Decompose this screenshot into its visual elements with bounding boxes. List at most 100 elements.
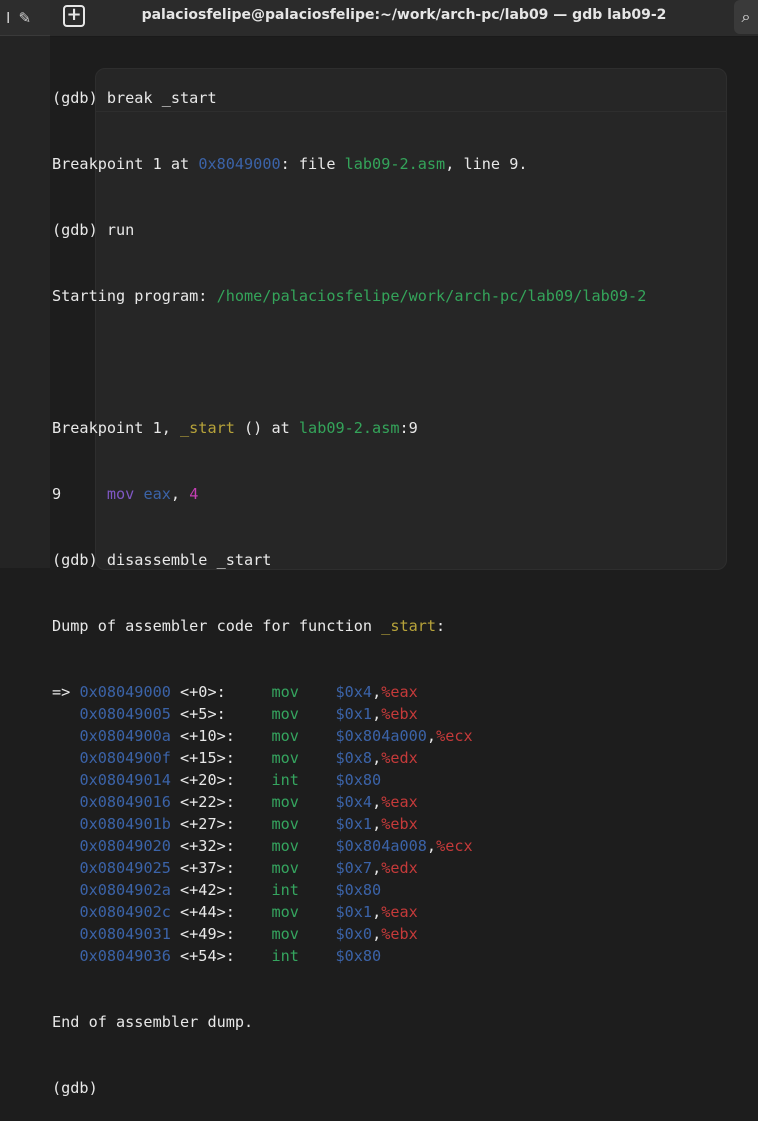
instruction-operand: $0x8	[335, 749, 373, 767]
instruction-operand: $0x1	[335, 815, 373, 833]
instruction-address: 0x0804900a	[79, 727, 171, 745]
instruction-operand: $0x0	[335, 925, 373, 943]
instruction-offset: <+15>:	[170, 749, 272, 767]
pencil-icon[interactable]: ✎	[18, 9, 31, 27]
instruction-offset: <+32>:	[170, 837, 272, 855]
text-cursor-icon[interactable]: I	[6, 9, 10, 27]
instruction-address: 0x08049005	[79, 705, 171, 723]
instruction-operand: $0x1	[335, 903, 373, 921]
terminal-line: Starting program: /home/palaciosfelipe/w…	[52, 287, 647, 305]
disasm-row: 0x0804900f <+15>: mov $0x8,%edx	[52, 747, 758, 769]
disasm-marker	[52, 837, 79, 855]
instruction-address: 0x08049000	[79, 683, 171, 701]
instruction-address: 0x08049025	[79, 859, 171, 877]
instruction-offset: <+44>:	[170, 903, 272, 921]
terminal-output[interactable]: (gdb) break _start Breakpoint 1 at 0x804…	[52, 43, 758, 1121]
disasm-marker	[52, 903, 79, 921]
disasm-row: => 0x08049000 <+0>: mov $0x4,%eax	[52, 681, 758, 703]
disasm-marker	[52, 881, 79, 899]
instruction-address: 0x08049036	[79, 947, 171, 965]
disasm-marker	[52, 727, 79, 745]
instruction-operand: $0x804a000	[335, 727, 427, 745]
instruction-address: 0x0804900f	[79, 749, 171, 767]
source-mnemonic: mov	[106, 485, 135, 503]
disasm-row: 0x08049036 <+54>: int $0x80	[52, 945, 758, 967]
instruction-operand: $0x804a008	[335, 837, 427, 855]
disasm-marker	[52, 793, 79, 811]
instruction-register: %eax	[381, 683, 418, 701]
instruction-offset: <+27>:	[170, 815, 272, 833]
instruction-register: %ebx	[381, 815, 418, 833]
terminal-line: Breakpoint 1 at 0x8049000: file lab09-2.…	[52, 155, 528, 173]
instruction-mnemonic: mov	[271, 837, 299, 855]
instruction-operand: $0x80	[335, 947, 382, 965]
program-path: /home/palaciosfelipe/work/arch-pc/lab09/…	[216, 287, 647, 305]
operand-comma: ,	[372, 793, 382, 811]
instruction-register: %ecx	[436, 837, 473, 855]
operand-comma: ,	[372, 859, 382, 877]
instruction-mnemonic: mov	[271, 903, 299, 921]
terminal-line: End of assembler dump.	[52, 1013, 254, 1031]
disasm-row: 0x0804902a <+42>: int $0x80	[52, 879, 758, 901]
disasm-row: 0x0804902c <+44>: mov $0x1,%eax	[52, 901, 758, 923]
disasm-marker	[52, 947, 79, 965]
instruction-operand: $0x7	[335, 859, 373, 877]
instruction-offset: <+54>:	[170, 947, 272, 965]
instruction-address: 0x08049031	[79, 925, 171, 943]
instruction-offset: <+0>:	[170, 683, 272, 701]
disasm-marker	[52, 771, 79, 789]
source-file: lab09-2.asm	[344, 155, 446, 173]
disasm-row: 0x08049014 <+20>: int $0x80	[52, 769, 758, 791]
terminal-line: Breakpoint 1, _start () at lab09-2.asm:9	[52, 419, 418, 437]
instruction-register: %edx	[381, 749, 418, 767]
instruction-register: %edx	[381, 859, 418, 877]
disasm-marker	[52, 925, 79, 943]
instruction-offset: <+37>:	[170, 859, 272, 877]
operand-comma: ,	[372, 705, 382, 723]
terminal-prompt[interactable]: (gdb)	[52, 1077, 758, 1099]
instruction-address: 0x0804902c	[79, 903, 171, 921]
instruction-mnemonic: mov	[271, 683, 299, 701]
terminal-titlebar: + palaciosfelipe@palaciosfelipe:~/work/a…	[50, 0, 758, 37]
instruction-mnemonic: mov	[271, 859, 299, 877]
instruction-mnemonic: int	[271, 947, 299, 965]
instruction-register: %eax	[381, 903, 418, 921]
instruction-address: 0x08049020	[79, 837, 171, 855]
instruction-operand: $0x4	[335, 683, 373, 701]
instruction-register: %ecx	[436, 727, 473, 745]
background-window	[0, 0, 50, 568]
instruction-register: %ebx	[381, 925, 418, 943]
disasm-row: 0x0804901b <+27>: mov $0x1,%ebx	[52, 813, 758, 835]
disasm-row: 0x08049020 <+32>: mov $0x804a008,%ecx	[52, 835, 758, 857]
disasm-marker	[52, 749, 79, 767]
instruction-mnemonic: mov	[271, 749, 299, 767]
instruction-register: %eax	[381, 793, 418, 811]
instruction-address: 0x0804902a	[79, 881, 171, 899]
instruction-offset: <+42>:	[170, 881, 272, 899]
instruction-address: 0x0804901b	[79, 815, 171, 833]
instruction-operand: $0x4	[335, 793, 373, 811]
terminal-line: Dump of assembler code for function _sta…	[52, 617, 446, 635]
terminal-line: (gdb) run	[52, 221, 135, 239]
terminal-line: (gdb) break _start	[52, 89, 217, 107]
background-window-toolbar: I ✎	[0, 0, 50, 36]
operand-comma: ,	[372, 683, 382, 701]
search-icon[interactable]: ⌕	[734, 0, 758, 34]
disasm-marker: =>	[52, 683, 80, 701]
disasm-row: 0x08049025 <+37>: mov $0x7,%edx	[52, 857, 758, 879]
source-file: lab09-2.asm	[298, 419, 400, 437]
source-number: 4	[189, 485, 199, 503]
disasm-row: 0x08049016 <+22>: mov $0x4,%eax	[52, 791, 758, 813]
instruction-offset: <+20>:	[170, 771, 272, 789]
operand-comma: ,	[372, 749, 382, 767]
instruction-offset: <+5>:	[170, 705, 272, 723]
disasm-marker	[52, 705, 79, 723]
